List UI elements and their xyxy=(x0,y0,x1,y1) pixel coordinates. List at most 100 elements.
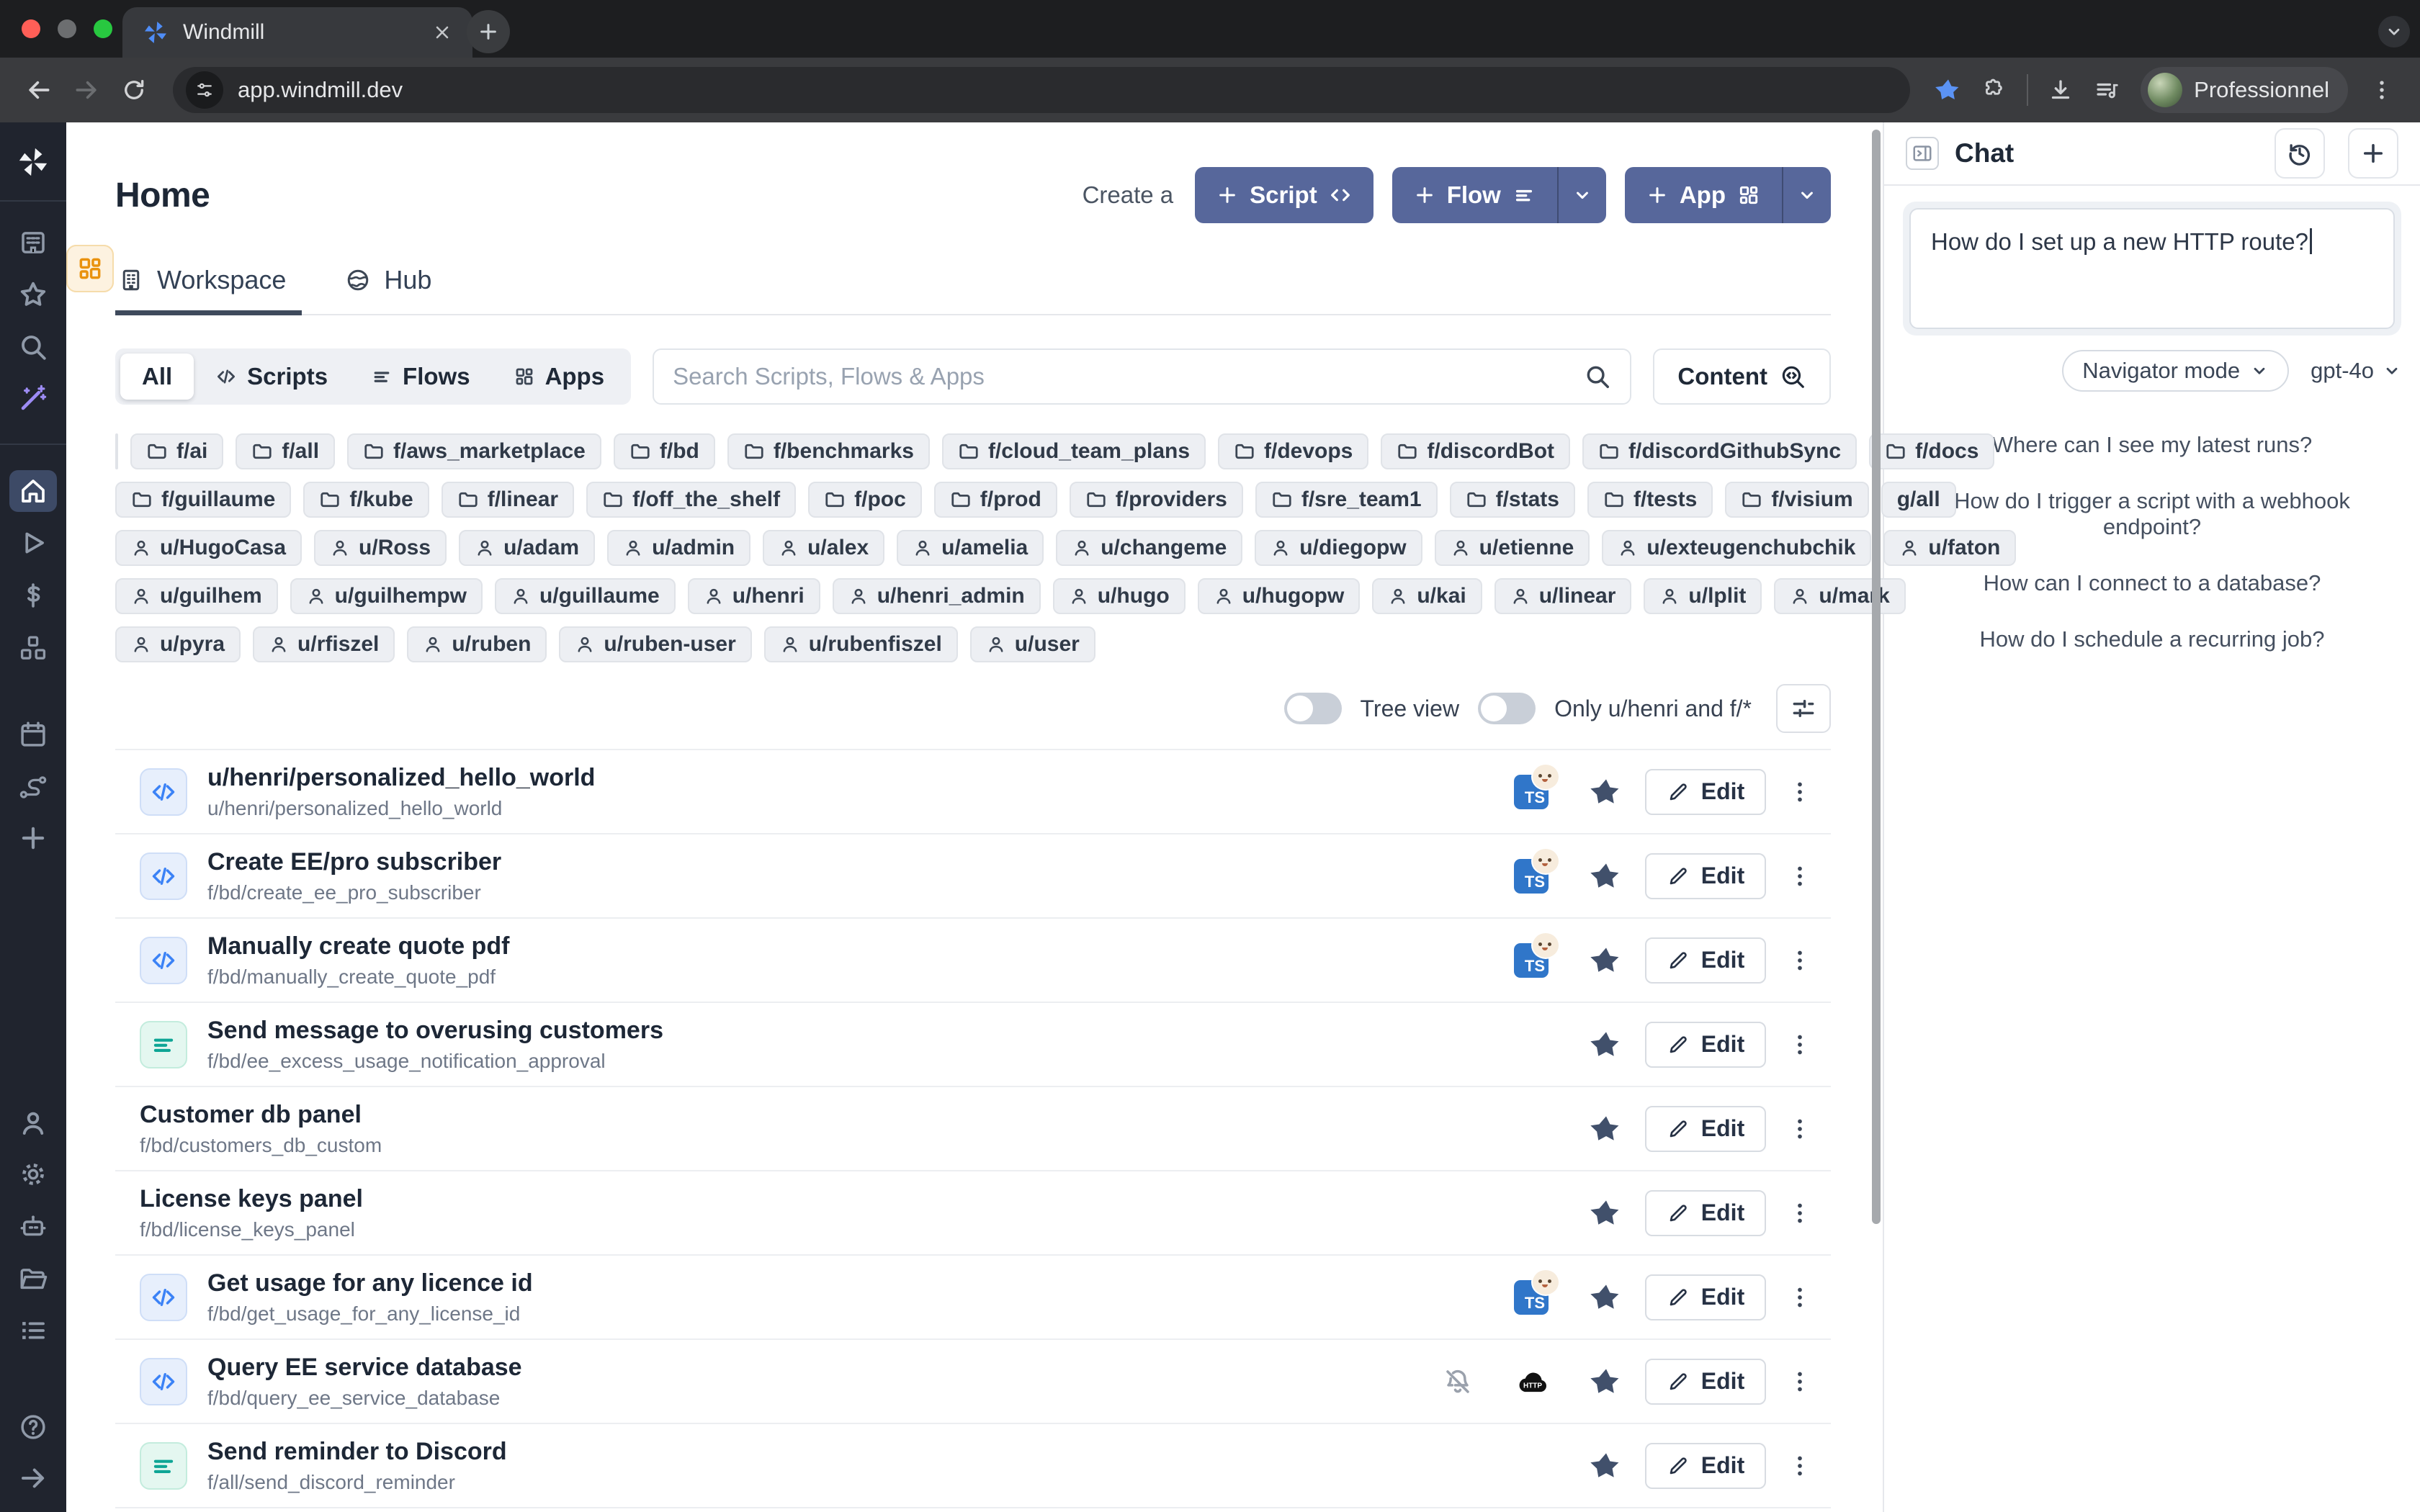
item-title[interactable]: License keys panel xyxy=(140,1185,363,1213)
item-title[interactable]: Send message to overusing customers xyxy=(207,1017,663,1045)
favorite-star-icon[interactable] xyxy=(1570,775,1642,809)
create-flow-button[interactable]: Flow xyxy=(1392,167,1606,223)
create-script-button[interactable]: Script xyxy=(1195,167,1373,223)
media-queue-icon[interactable] xyxy=(2087,71,2126,109)
close-tab-icon[interactable] xyxy=(432,22,452,42)
folder-chip[interactable]: f/cloud_team_plans xyxy=(942,433,1206,469)
edit-button[interactable]: Edit xyxy=(1645,1022,1766,1068)
content-search-button[interactable]: Content xyxy=(1653,348,1831,405)
edit-button[interactable]: Edit xyxy=(1645,937,1766,984)
user-chip[interactable]: u/mark xyxy=(1774,578,1905,614)
item-title[interactable]: u/henri/personalized_hello_world xyxy=(207,764,595,792)
user-chip[interactable]: u/linear xyxy=(1494,578,1632,614)
item-menu-button[interactable] xyxy=(1769,863,1831,889)
sidebar-item-search[interactable] xyxy=(16,330,50,364)
item-menu-button[interactable] xyxy=(1769,948,1831,973)
folder-chip[interactable]: g/all xyxy=(1881,482,1956,518)
folder-chip[interactable]: f/docs xyxy=(1869,433,1994,469)
user-chip[interactable]: u/henri xyxy=(688,578,820,614)
display-settings-button[interactable] xyxy=(1776,684,1831,733)
new-tab-button[interactable] xyxy=(467,10,510,53)
create-app-button[interactable]: App xyxy=(1625,167,1831,223)
sidebar-item-workers[interactable] xyxy=(16,1210,50,1244)
user-chip[interactable]: u/lplit xyxy=(1644,578,1762,614)
user-chip[interactable]: u/adam xyxy=(459,530,595,566)
user-chip[interactable]: u/user xyxy=(970,626,1095,662)
back-button[interactable] xyxy=(19,70,59,110)
item-menu-button[interactable] xyxy=(1769,1200,1831,1226)
user-chip[interactable]: u/rubenfiszel xyxy=(764,626,958,662)
blank-chip[interactable] xyxy=(115,433,118,469)
item-title[interactable]: Customer db panel xyxy=(140,1101,382,1129)
browser-tab[interactable]: Windmill xyxy=(122,7,472,58)
new-chat-button[interactable] xyxy=(2348,128,2398,179)
folder-chip[interactable]: f/benchmarks xyxy=(727,433,930,469)
user-chip[interactable]: u/admin xyxy=(607,530,750,566)
site-settings-icon[interactable] xyxy=(186,71,223,109)
bookmark-star-icon[interactable] xyxy=(1929,71,1968,109)
sidebar-item-ai[interactable] xyxy=(16,381,50,415)
list-item[interactable]: Send reminder to Discord f/all/send_disc… xyxy=(115,1424,1831,1508)
folder-chip[interactable]: f/aws_marketplace xyxy=(347,433,601,469)
folder-chip[interactable]: f/ai xyxy=(130,433,223,469)
chat-history-button[interactable] xyxy=(2275,128,2325,179)
user-chip[interactable]: u/Ross xyxy=(314,530,447,566)
sidebar-item-variables[interactable] xyxy=(16,578,50,613)
tab-hub[interactable]: Hub xyxy=(342,265,447,314)
model-select[interactable]: gpt-4o xyxy=(2311,358,2401,384)
sidebar-item-routes[interactable] xyxy=(16,770,50,804)
folder-chip[interactable]: f/discordBot xyxy=(1381,433,1570,469)
minimize-window-button[interactable] xyxy=(58,19,76,38)
windmill-logo-icon[interactable] xyxy=(16,145,50,179)
sidebar-item-logs[interactable] xyxy=(16,1313,50,1348)
zoom-window-button[interactable] xyxy=(94,19,112,38)
item-title[interactable]: Query EE service database xyxy=(207,1354,522,1382)
filter-apps[interactable]: Apps xyxy=(492,354,627,400)
tree-view-toggle[interactable] xyxy=(1284,693,1342,724)
favorite-star-icon[interactable] xyxy=(1570,1112,1642,1146)
edit-button[interactable]: Edit xyxy=(1645,1359,1766,1405)
url-text[interactable]: app.windmill.dev xyxy=(238,77,403,103)
mode-select[interactable]: Navigator mode xyxy=(2062,350,2289,392)
downloads-icon[interactable] xyxy=(2041,71,2080,109)
list-item[interactable]: License keys panel f/bd/license_keys_pan… xyxy=(115,1171,1831,1256)
item-menu-button[interactable] xyxy=(1769,779,1831,805)
favorite-star-icon[interactable] xyxy=(1570,1365,1642,1398)
sidebar-expand-icon[interactable] xyxy=(16,1461,50,1495)
user-chip[interactable]: u/rfiszel xyxy=(253,626,395,662)
suggestion-item[interactable]: How can I connect to a database? xyxy=(1984,570,2321,596)
list-item[interactable]: Manually create quote pdf f/bd/manually_… xyxy=(115,919,1831,1003)
folder-chip[interactable]: f/devops xyxy=(1218,433,1368,469)
sidebar-item-settings[interactable] xyxy=(16,1157,50,1192)
list-item[interactable]: Get usage for any licence id f/bd/get_us… xyxy=(115,1256,1831,1340)
list-item[interactable]: u/henri/personalized_hello_world u/henri… xyxy=(115,750,1831,834)
sidebar-item-resources[interactable] xyxy=(16,631,50,665)
app-dropdown-chevron[interactable] xyxy=(1782,167,1831,223)
sidebar-item-favorites[interactable] xyxy=(16,277,50,312)
tab-search-button[interactable] xyxy=(2378,16,2410,48)
sidebar-item-schedules[interactable] xyxy=(16,717,50,752)
flow-dropdown-chevron[interactable] xyxy=(1557,167,1606,223)
user-chip[interactable]: u/guilhempw xyxy=(290,578,483,614)
forward-button[interactable] xyxy=(66,70,107,110)
sidebar-item-folders[interactable] xyxy=(16,1262,50,1297)
favorite-star-icon[interactable] xyxy=(1570,860,1642,893)
extensions-icon[interactable] xyxy=(1975,71,2014,109)
folder-chip[interactable]: f/poc xyxy=(808,482,922,518)
user-chip[interactable]: u/ruben-user xyxy=(559,626,751,662)
user-chip[interactable]: u/amelia xyxy=(897,530,1044,566)
only-henri-toggle[interactable] xyxy=(1478,693,1536,724)
suggestion-item[interactable]: How do I schedule a recurring job? xyxy=(1979,626,2324,652)
folder-chip[interactable]: f/visium xyxy=(1725,482,1868,518)
address-bar[interactable]: app.windmill.dev xyxy=(173,67,1910,113)
edit-button[interactable]: Edit xyxy=(1645,853,1766,899)
user-chip[interactable]: u/guillaume xyxy=(495,578,676,614)
sidebar-item-workspace[interactable] xyxy=(16,225,50,260)
browser-profile-chip[interactable]: Professionnel xyxy=(2141,67,2348,113)
sidebar-item-runs[interactable] xyxy=(16,526,50,560)
filter-all[interactable]: All xyxy=(120,354,194,400)
scrollbar[interactable] xyxy=(1872,130,1881,1224)
user-chip[interactable]: u/etienne xyxy=(1435,530,1590,566)
sidebar-item-add[interactable] xyxy=(16,821,50,855)
user-chip[interactable]: u/alex xyxy=(763,530,884,566)
